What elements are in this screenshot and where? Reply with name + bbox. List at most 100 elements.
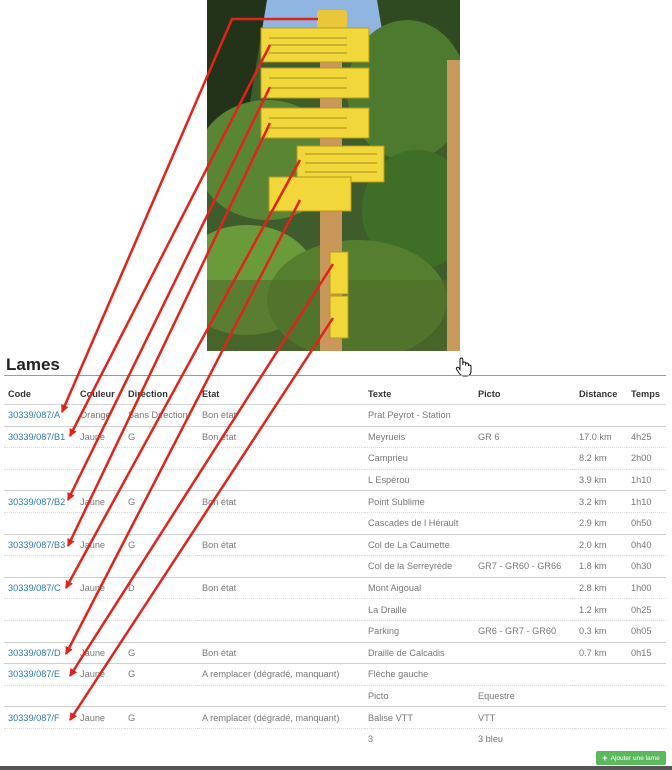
row-code: 30339/087/F <box>4 706 76 729</box>
row-distance <box>575 663 627 686</box>
lame-code-link[interactable]: 30339/087/A <box>8 410 60 420</box>
lame-code-link[interactable]: 30339/087/B2 <box>8 497 65 507</box>
row-direction <box>124 468 198 491</box>
lames-table-body: 30339/087/A Orange Sans Direction Bon état P… <box>4 404 666 750</box>
row-code <box>4 619 76 643</box>
column-header-picto[interactable]: Picto <box>474 384 575 405</box>
row-direction <box>124 447 198 470</box>
row-temps: 0h25 <box>627 598 666 621</box>
row-code: 30339/087/C <box>4 576 76 599</box>
plus-icon: + <box>602 753 608 763</box>
row-picto: 3 bleu <box>474 727 575 750</box>
row-temps <box>627 684 666 707</box>
row-direction: D <box>124 576 198 599</box>
table-row: Col de la Serreyrède GR7 - GR60 - GR66 1.8… <box>4 555 666 578</box>
table-row: La Draille 1.2 km 0h25 <box>4 598 666 621</box>
row-temps <box>627 706 666 729</box>
row-texte: Camprieu <box>364 447 474 470</box>
row-temps: 0h50 <box>627 511 666 535</box>
row-etat: Bon état <box>198 404 364 427</box>
row-couleur <box>76 598 124 621</box>
lame-code-link[interactable]: 30339/087/C <box>8 583 61 593</box>
lame-code-link[interactable]: 30339/087/B1 <box>8 432 65 442</box>
row-picto: GR 6 <box>474 425 575 448</box>
row-couleur: Jaune <box>76 490 124 513</box>
row-texte: Col de La Caumette <box>364 533 474 556</box>
row-distance: 0.3 km <box>575 619 627 643</box>
row-distance: 17.0 km <box>575 425 627 448</box>
row-code <box>4 598 76 621</box>
row-couleur <box>76 684 124 707</box>
row-direction <box>124 598 198 621</box>
row-etat: A remplacer (dégradé, manquant) <box>198 663 364 686</box>
row-code <box>4 727 76 750</box>
row-direction <box>124 684 198 707</box>
table-row: 30339/087/F Jaune G A remplacer (dégradé, m… <box>4 706 666 729</box>
column-header-temps[interactable]: Temps <box>627 384 666 405</box>
row-distance: 3.9 km <box>575 468 627 491</box>
row-direction: G <box>124 490 198 513</box>
row-couleur: Orange <box>76 404 124 427</box>
row-couleur: Jaune <box>76 706 124 729</box>
signpost-photo <box>207 0 460 351</box>
row-code: 30339/087/B2 <box>4 490 76 513</box>
row-code <box>4 468 76 491</box>
column-header-code[interactable]: Code <box>4 384 76 405</box>
row-distance <box>575 706 627 729</box>
row-texte: 3 <box>364 727 474 750</box>
row-distance: 8.2 km <box>575 447 627 470</box>
row-picto: GR7 - GR60 - GR66 <box>474 555 575 578</box>
column-header-couleur[interactable]: Couleur <box>76 384 124 405</box>
table-row: Picto Equestre <box>4 684 666 707</box>
row-etat <box>198 684 364 707</box>
row-temps: 0h30 <box>627 555 666 578</box>
lames-table: Code Couleur Direction Etat Texte Picto … <box>4 384 666 750</box>
signpost-illustration <box>207 0 460 351</box>
row-direction <box>124 555 198 578</box>
row-couleur <box>76 727 124 750</box>
row-distance: 1.2 km <box>575 598 627 621</box>
row-etat: Bon état <box>198 533 364 556</box>
row-distance: 0.7 km <box>575 641 627 664</box>
row-picto <box>474 641 575 664</box>
row-distance: 3.2 km <box>575 490 627 513</box>
column-header-etat[interactable]: Etat <box>198 384 364 405</box>
add-lame-label: Ajouter une lame <box>610 754 660 762</box>
row-texte: Cascades de l Hérault <box>364 511 474 535</box>
lame-code-link[interactable]: 30339/087/D <box>8 648 61 658</box>
row-temps: 1h10 <box>627 490 666 513</box>
row-distance <box>575 404 627 427</box>
lame-code-link[interactable]: 30339/087/F <box>8 713 60 723</box>
row-texte: L Espérou <box>364 468 474 491</box>
column-header-texte[interactable]: Texte <box>364 384 474 405</box>
row-couleur <box>76 511 124 535</box>
section-divider <box>4 375 666 376</box>
column-header-direction[interactable]: Direction <box>124 384 198 405</box>
row-couleur: Jaune <box>76 576 124 599</box>
column-header-distance[interactable]: Distance <box>575 384 627 405</box>
table-row: 30339/087/B3 Jaune G Bon état Col de La Caum… <box>4 533 666 556</box>
row-code <box>4 555 76 578</box>
row-picto: VTT <box>474 706 575 729</box>
row-etat: A remplacer (dégradé, manquant) <box>198 706 364 729</box>
row-code <box>4 684 76 707</box>
row-picto <box>474 447 575 470</box>
add-lame-button[interactable]: + Ajouter une lame <box>596 751 666 765</box>
row-couleur: Jaune <box>76 425 124 448</box>
row-etat: Bon état <box>198 425 364 448</box>
lame-code-link[interactable]: 30339/087/E <box>8 669 60 679</box>
row-picto <box>474 490 575 513</box>
row-etat: Bon état <box>198 641 364 664</box>
row-picto <box>474 533 575 556</box>
row-couleur <box>76 468 124 491</box>
table-header-row: Code Couleur Direction Etat Texte Picto … <box>4 384 666 405</box>
row-direction: G <box>124 663 198 686</box>
row-distance: 2.9 km <box>575 511 627 535</box>
table-row: Parking GR6 - GR7 - GR60 0.3 km 0h05 <box>4 619 666 643</box>
row-temps: 0h15 <box>627 641 666 664</box>
lame-code-link[interactable]: 30339/087/B3 <box>8 540 65 550</box>
row-direction <box>124 619 198 643</box>
row-texte: Meyrueis <box>364 425 474 448</box>
row-distance: 2.8 km <box>575 576 627 599</box>
bottom-scrollbar[interactable] <box>0 766 672 770</box>
